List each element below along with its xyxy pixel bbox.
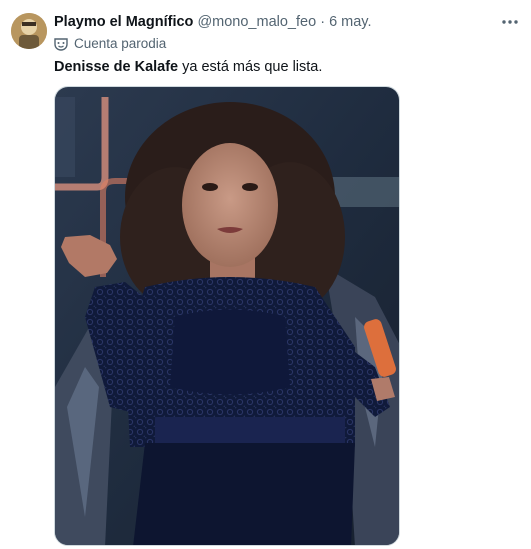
tweet-photo[interactable] (54, 86, 400, 546)
tweet-header: Playmo el Magnífico @mono_malo_feo · 6 m… (54, 13, 372, 31)
tweet-text-rest: ya está más que lista. (178, 59, 323, 75)
author-avatar[interactable] (11, 13, 47, 49)
parody-label-text: Cuenta parodia (74, 36, 167, 51)
tweet[interactable]: Playmo el Magnífico @mono_malo_feo · 6 m… (0, 0, 531, 549)
ellipsis-icon (502, 20, 518, 24)
photo-image (55, 87, 399, 545)
header-separator: · (320, 14, 326, 30)
theater-mask-icon (54, 37, 68, 56)
author-handle[interactable]: @mono_malo_feo (197, 14, 316, 30)
author-name[interactable]: Playmo el Magnífico (54, 14, 193, 30)
parody-label: Cuenta parodia (54, 35, 166, 53)
tweet-text-bold: Denisse de Kalafe (54, 59, 179, 75)
more-options-button[interactable] (499, 12, 521, 32)
tweet-date[interactable]: 6 may. (329, 14, 371, 30)
tweet-text: Denisse de Kalafe ya está más que lista. (54, 58, 322, 76)
